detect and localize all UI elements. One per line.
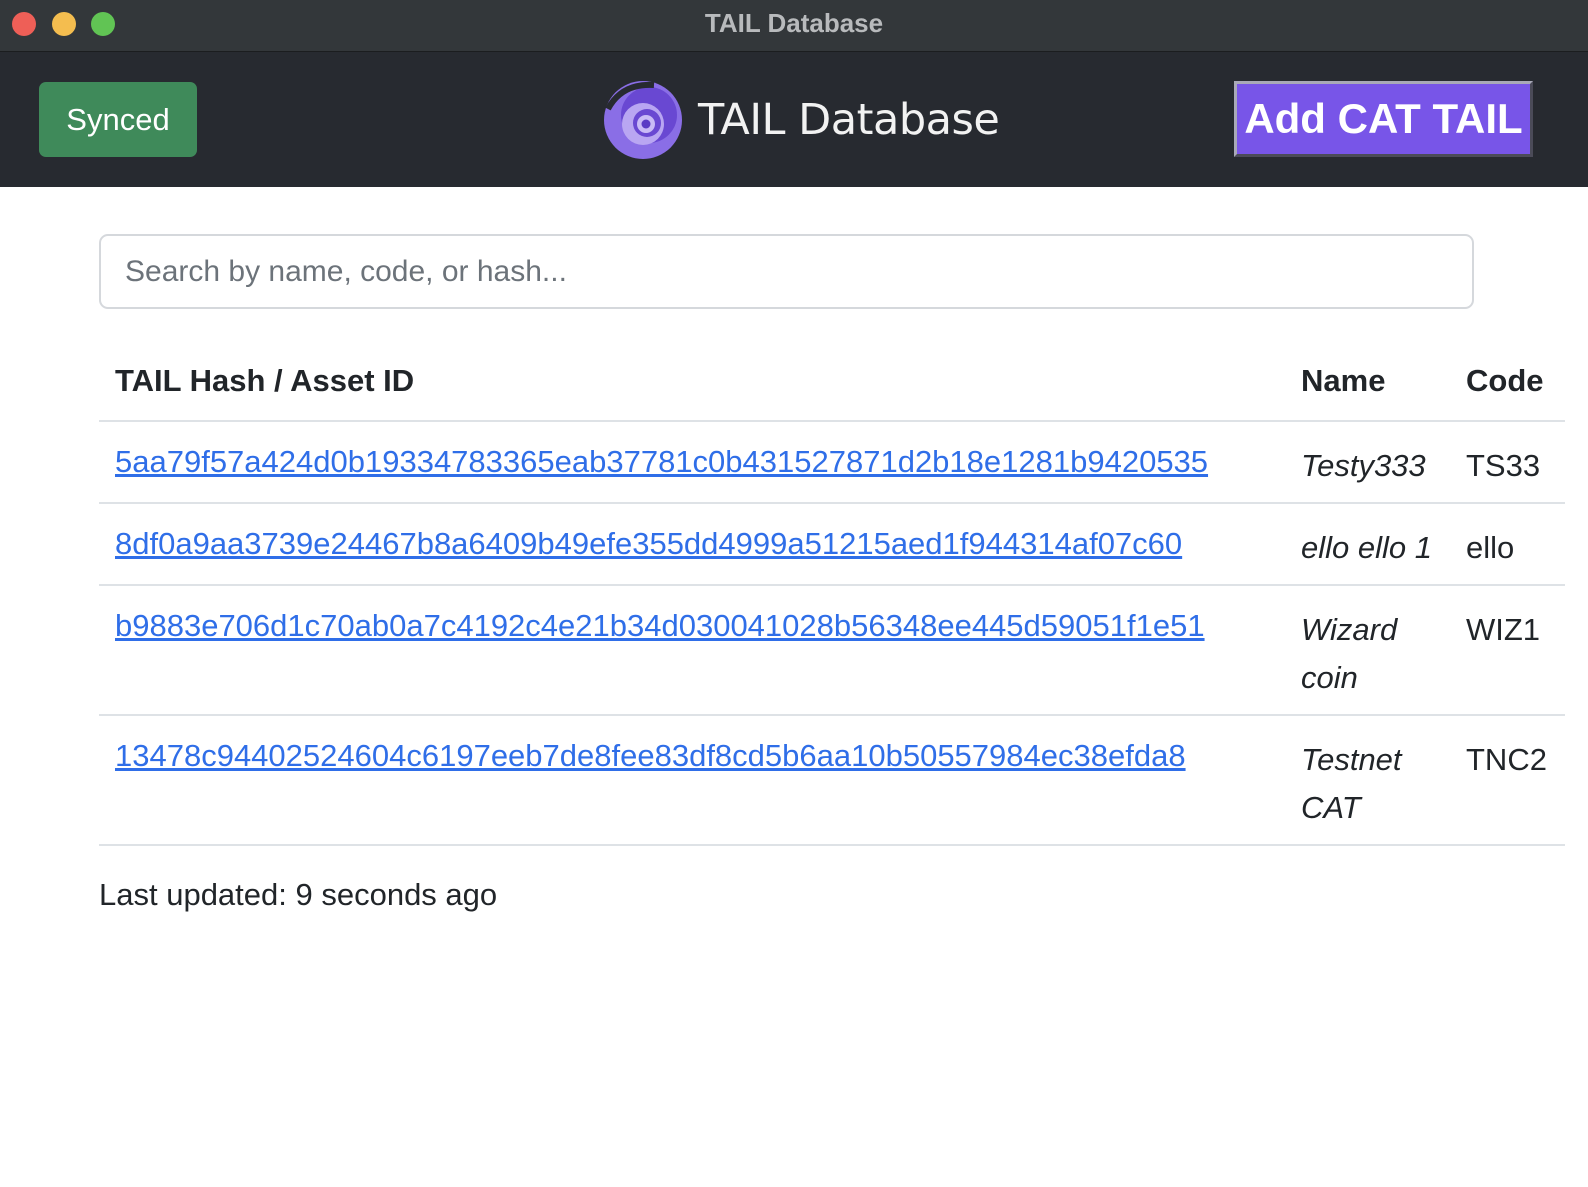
table-row: 8df0a9aa3739e24467b8a6409b49efe355dd4999… [99, 503, 1565, 586]
table-header-row: TAIL Hash / Asset ID Name Code [99, 341, 1565, 422]
window-titlebar: TAIL Database [0, 0, 1588, 52]
brand: TAIL Database [602, 79, 1000, 161]
app-header: Synced TAIL Database Add CAT TAIL [0, 52, 1588, 187]
table-row: 5aa79f57a424d0b19334783365eab37781c0b431… [99, 421, 1565, 504]
hash-cell: b9883e706d1c70ab0a7c4192c4e21b34d0300410… [99, 585, 1285, 716]
table-row: b9883e706d1c70ab0a7c4192c4e21b34d0300410… [99, 585, 1565, 716]
search-input[interactable] [99, 234, 1474, 309]
hash-link[interactable]: 13478c94402524604c6197eeb7de8fee83df8cd5… [115, 738, 1186, 773]
name-cell: Testnet CAT [1285, 715, 1450, 846]
column-header-code: Code [1450, 341, 1565, 422]
code-cell: ello [1450, 503, 1565, 586]
spiral-logo-icon [604, 81, 682, 159]
hash-link[interactable]: b9883e706d1c70ab0a7c4192c4e21b34d0300410… [115, 608, 1205, 643]
synced-status-button[interactable]: Synced [39, 82, 197, 157]
name-cell: ello ello 1 [1285, 503, 1450, 586]
column-header-hash: TAIL Hash / Asset ID [99, 341, 1285, 422]
hash-cell: 8df0a9aa3739e24467b8a6409b49efe355dd4999… [99, 503, 1285, 586]
table-row: 13478c94402524604c6197eeb7de8fee83df8cd5… [99, 715, 1565, 846]
code-cell: TS33 [1450, 421, 1565, 504]
brand-name: TAIL Database [698, 95, 1000, 145]
column-header-name: Name [1285, 341, 1450, 422]
hash-cell: 5aa79f57a424d0b19334783365eab37781c0b431… [99, 421, 1285, 504]
hash-link[interactable]: 5aa79f57a424d0b19334783365eab37781c0b431… [115, 444, 1208, 479]
name-cell: Testy333 [1285, 421, 1450, 504]
window-title: TAIL Database [704, 8, 884, 38]
code-cell: WIZ1 [1450, 585, 1565, 716]
name-cell: Wizard coin [1285, 585, 1450, 716]
code-cell: TNC2 [1450, 715, 1565, 846]
last-updated-text: Last updated: 9 seconds ago [99, 877, 498, 912]
tail-table: TAIL Hash / Asset ID Name Code 5aa79f57a… [99, 341, 1565, 846]
hash-link[interactable]: 8df0a9aa3739e24467b8a6409b49efe355dd4999… [115, 526, 1182, 561]
add-cat-tail-button[interactable]: Add CAT TAIL [1234, 81, 1533, 157]
hash-cell: 13478c94402524604c6197eeb7de8fee83df8cd5… [99, 715, 1285, 846]
tail-table-container: TAIL Hash / Asset ID Name Code 5aa79f57a… [99, 341, 1588, 846]
